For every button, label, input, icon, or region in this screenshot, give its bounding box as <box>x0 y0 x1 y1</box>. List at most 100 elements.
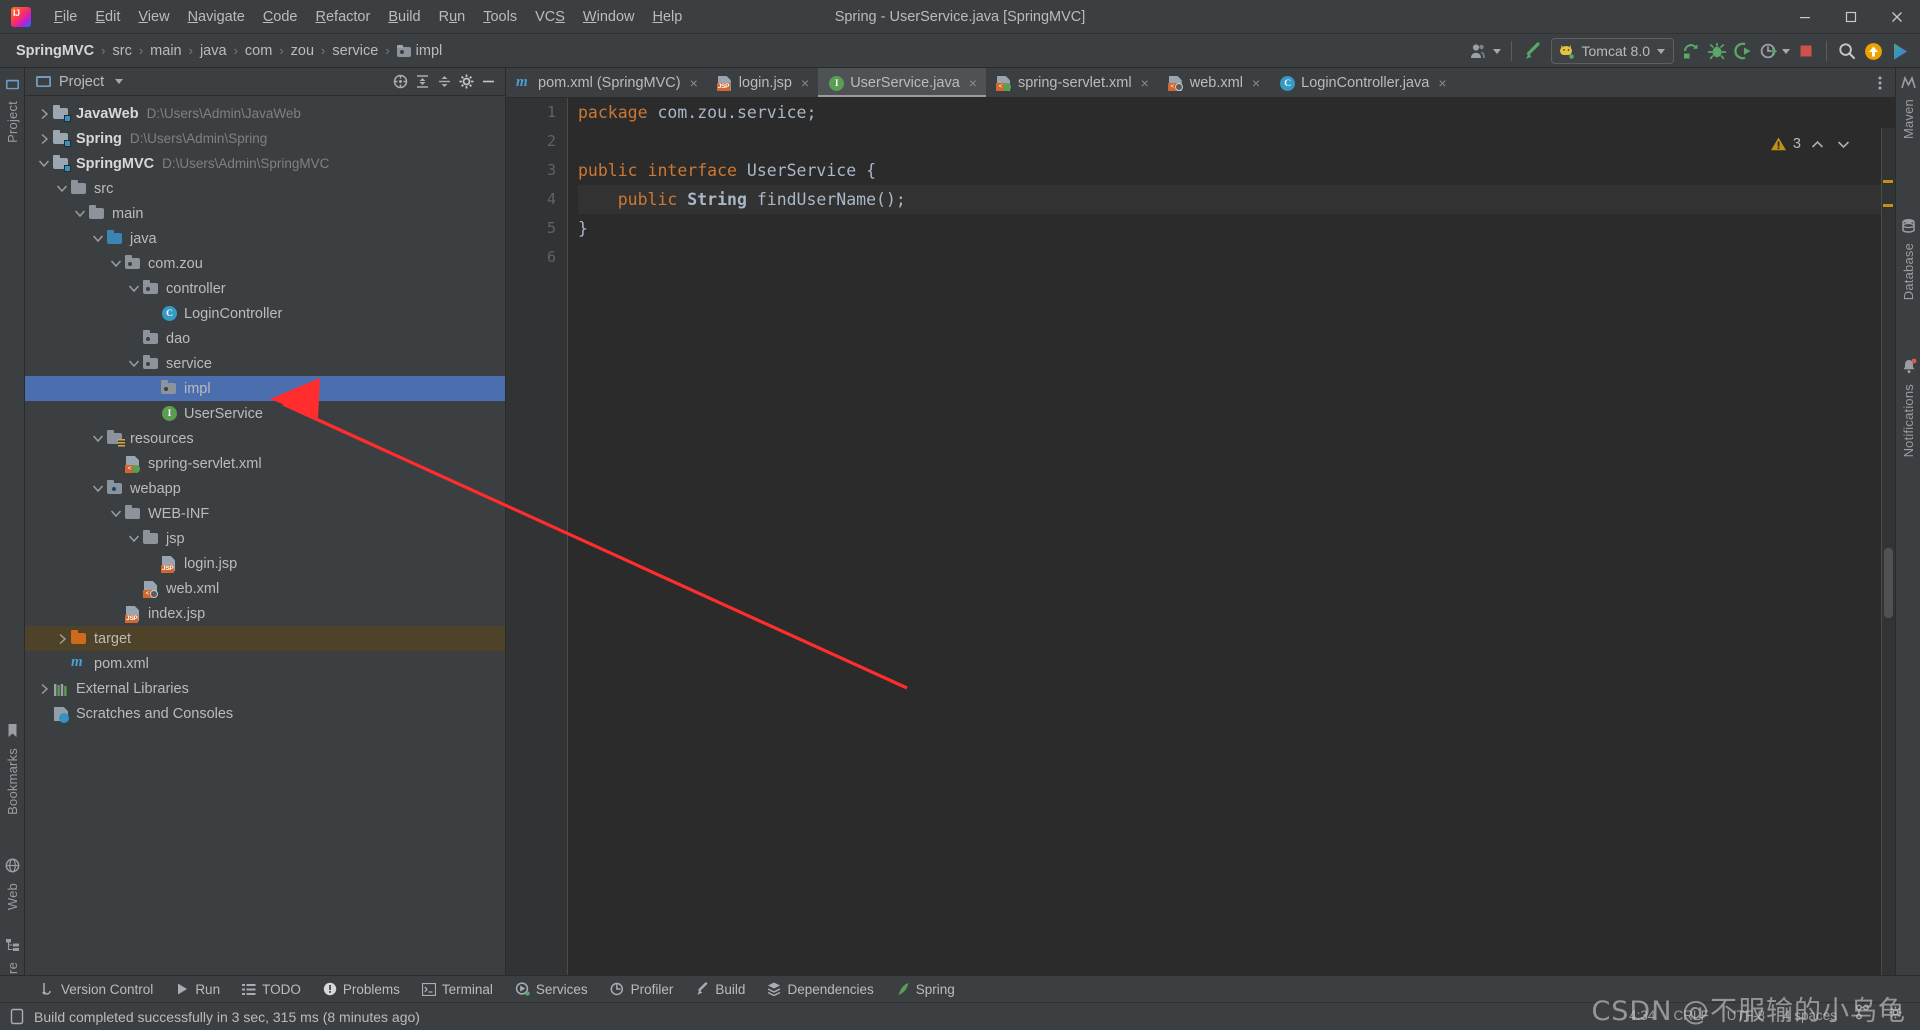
breadcrumb-item-com[interactable]: com <box>241 42 276 60</box>
breadcrumb-item-service[interactable]: service <box>328 42 382 60</box>
profiler-button[interactable] <box>1756 37 1793 65</box>
tool-window-button-web[interactable]: Web <box>0 858 25 910</box>
editor-tab-web-xml[interactable]: < web.xml × <box>1158 68 1269 97</box>
line-number[interactable]: 1 <box>506 98 567 127</box>
redeploy-button[interactable] <box>1678 37 1704 65</box>
menu-tools[interactable]: Tools <box>474 0 526 34</box>
chevron-down-icon[interactable] <box>90 476 106 501</box>
line-number[interactable]: 2 <box>506 127 567 156</box>
tree-node-userservice[interactable]: I UserService <box>25 401 505 426</box>
breadcrumb-item-src[interactable]: src <box>108 42 135 60</box>
tool-window-tab-build[interactable]: Build <box>684 977 756 1002</box>
close-tab-icon[interactable]: × <box>969 76 977 90</box>
file-encoding[interactable]: UTF-8 <box>1718 1004 1774 1028</box>
menu-file[interactable]: File <box>45 0 86 34</box>
code-editor[interactable]: 123456 package com.zou.service; public i… <box>506 98 1895 975</box>
caret-position[interactable]: 4:34 <box>1620 1004 1664 1028</box>
close-tab-icon[interactable]: × <box>1141 76 1149 90</box>
run-configuration-selector[interactable]: Tomcat 8.0 <box>1550 38 1674 64</box>
line-number[interactable]: 5 <box>506 214 567 243</box>
tree-node-pom-xml[interactable]: m pom.xml <box>25 651 505 676</box>
tool-window-tab-dependencies[interactable]: Dependencies <box>756 977 884 1002</box>
editor-tab-spring-servlet-xml[interactable]: < spring-servlet.xml × <box>986 68 1158 97</box>
menu-code[interactable]: Code <box>254 0 307 34</box>
analysis-warning-mark[interactable] <box>1883 204 1893 207</box>
menu-run[interactable]: Run <box>430 0 475 34</box>
minimize-button[interactable] <box>1782 0 1828 34</box>
tree-node-logincontroller[interactable]: C LoginController <box>25 301 505 326</box>
tree-node-web-inf[interactable]: WEB-INF <box>25 501 505 526</box>
select-opened-file-button[interactable] <box>389 71 411 93</box>
chevron-right-icon[interactable] <box>36 126 52 151</box>
code-line[interactable]: package com.zou.service; <box>578 98 1895 127</box>
user-account-button[interactable] <box>1467 37 1504 65</box>
breadcrumb-item-java[interactable]: java <box>196 42 231 60</box>
tree-node-java[interactable]: java <box>25 226 505 251</box>
tree-node-src[interactable]: src <box>25 176 505 201</box>
tool-window-button-maven[interactable]: Maven <box>1896 75 1920 139</box>
close-tab-icon[interactable]: × <box>1438 76 1446 90</box>
menu-build[interactable]: Build <box>379 0 429 34</box>
project-tree[interactable]: JavaWeb D:\Users\Admin\JavaWeb Spring D:\Us… <box>25 97 505 975</box>
tool-window-button-notifications[interactable]: Notifications <box>1896 358 1920 457</box>
tool-window-button-project[interactable]: Project <box>0 78 25 143</box>
tree-node-dao[interactable]: dao <box>25 326 505 351</box>
code-line[interactable] <box>578 127 1895 156</box>
editor-tab-userservice-java[interactable]: I UserService.java × <box>818 68 986 97</box>
editor-scrollbar-thumb[interactable] <box>1884 548 1893 618</box>
previous-problem-button[interactable] <box>1807 134 1827 154</box>
tool-window-tab-run[interactable]: Run <box>164 977 231 1002</box>
tool-window-tab-spring[interactable]: Spring <box>885 977 966 1002</box>
tree-node-service[interactable]: service <box>25 351 505 376</box>
tree-node-impl[interactable]: impl <box>25 376 505 401</box>
status-settings-button[interactable] <box>1879 1004 1912 1028</box>
close-button[interactable] <box>1874 0 1920 34</box>
tree-node-index-jsp[interactable]: JSP index.jsp <box>25 601 505 626</box>
tree-node-resources[interactable]: resources <box>25 426 505 451</box>
chevron-down-icon[interactable] <box>126 526 142 551</box>
tree-node-scratches-and-consoles[interactable]: Scratches and Consoles <box>25 701 505 726</box>
chevron-down-icon[interactable] <box>108 251 124 276</box>
tree-node-spring[interactable]: Spring D:\Users\Admin\Spring <box>25 126 505 151</box>
menu-view[interactable]: View <box>129 0 178 34</box>
expand-all-button[interactable] <box>411 71 433 93</box>
chevron-down-icon[interactable] <box>54 176 70 201</box>
editor-tab-logincontroller-java[interactable]: C LoginController.java × <box>1269 68 1455 97</box>
tree-node-com-zou[interactable]: com.zou <box>25 251 505 276</box>
tree-node-springmvc[interactable]: SpringMVC D:\Users\Admin\SpringMVC <box>25 151 505 176</box>
line-number[interactable]: 4 <box>506 185 567 214</box>
editor-tab-login-jsp[interactable]: JSP login.jsp × <box>707 68 818 97</box>
next-problem-button[interactable] <box>1833 134 1853 154</box>
tool-window-button-bookmarks[interactable]: Bookmarks <box>0 723 25 815</box>
code-line[interactable] <box>578 243 1895 272</box>
tool-window-tab-todo[interactable]: TODO <box>231 977 312 1002</box>
indent-setting[interactable]: 4 spaces <box>1774 1004 1846 1028</box>
menu-edit[interactable]: Edit <box>86 0 129 34</box>
tool-window-button-database[interactable]: Database <box>1896 218 1920 300</box>
chevron-down-icon[interactable] <box>72 201 88 226</box>
chevron-right-icon[interactable] <box>36 101 52 126</box>
update-project-button[interactable] <box>1860 37 1887 65</box>
chevron-down-icon[interactable] <box>126 351 142 376</box>
tool-window-tab-problems[interactable]: Problems <box>312 977 411 1002</box>
breadcrumb-item-main[interactable]: main <box>146 42 185 60</box>
stop-button[interactable] <box>1793 37 1819 65</box>
tree-node-web-xml[interactable]: < web.xml <box>25 576 505 601</box>
menu-refactor[interactable]: Refactor <box>307 0 380 34</box>
debug-button[interactable] <box>1704 37 1730 65</box>
analysis-scrollbar[interactable] <box>1881 128 1895 975</box>
tree-node-spring-servlet-xml[interactable]: < spring-servlet.xml <box>25 451 505 476</box>
tree-node-login-jsp[interactable]: JSP login.jsp <box>25 551 505 576</box>
code-content[interactable]: package com.zou.service; public interfac… <box>568 98 1895 975</box>
breadcrumb-item-impl[interactable]: impl <box>393 42 447 60</box>
close-tab-icon[interactable]: × <box>690 76 698 90</box>
search-everywhere-button[interactable] <box>1834 37 1860 65</box>
menu-vcs[interactable]: VCS <box>526 0 574 34</box>
chevron-down-icon[interactable] <box>108 501 124 526</box>
more-tabs-button[interactable] <box>1869 68 1891 98</box>
line-separator[interactable]: CRLF <box>1664 1004 1717 1028</box>
tool-window-tab-version-control[interactable]: Version Control <box>30 977 164 1002</box>
tool-window-tab-terminal[interactable]: Terminal <box>411 977 504 1002</box>
close-tab-icon[interactable]: × <box>1252 76 1260 90</box>
tree-node-controller[interactable]: controller <box>25 276 505 301</box>
